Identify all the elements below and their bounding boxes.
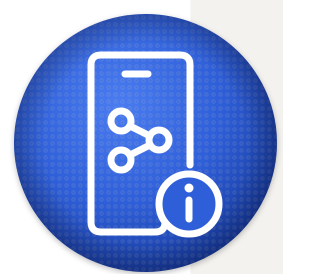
info-icon: [155, 170, 223, 238]
phone-share-info-icon: [87, 51, 223, 238]
icon-canvas: [0, 0, 283, 274]
info-dot: [184, 183, 194, 193]
share-icon: [107, 107, 173, 174]
